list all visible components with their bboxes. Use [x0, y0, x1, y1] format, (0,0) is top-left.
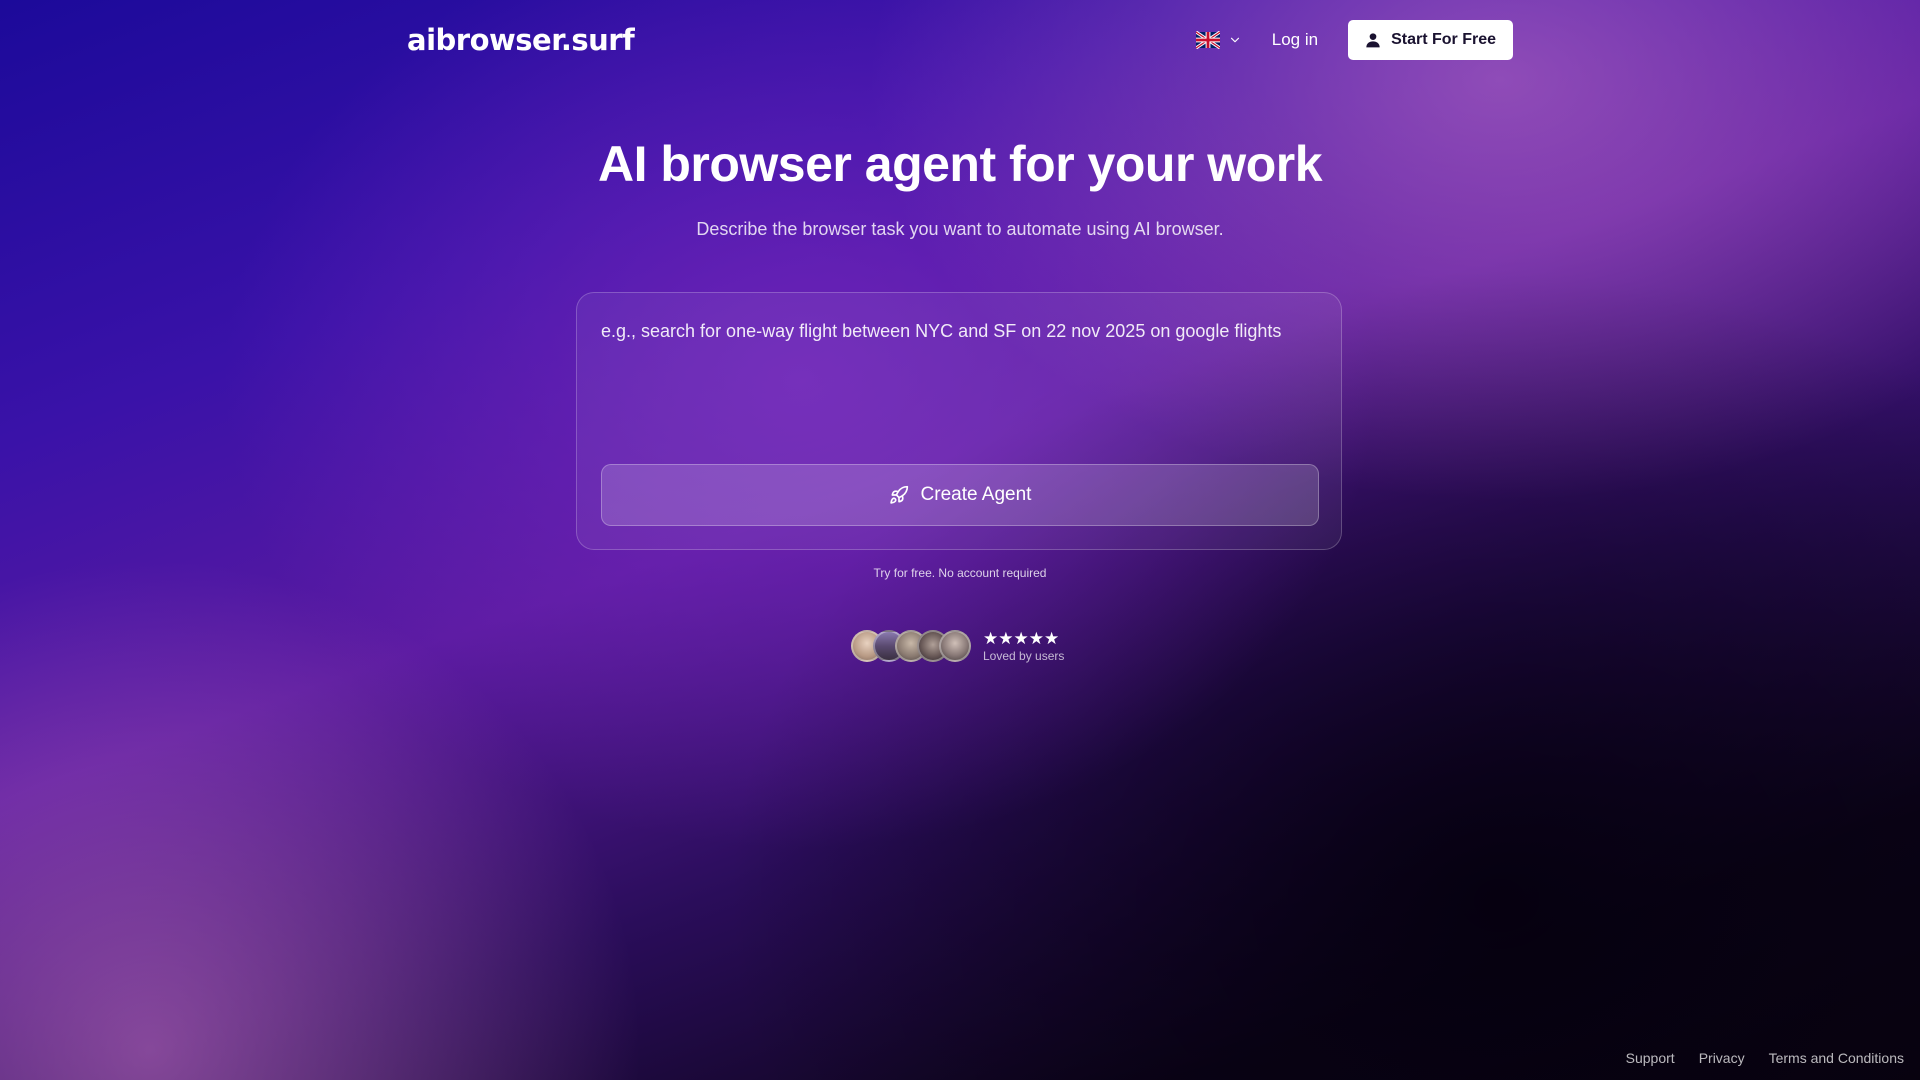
footer-link-privacy[interactable]: Privacy: [1699, 1050, 1745, 1066]
header-actions: Log in Start For Free: [1195, 20, 1513, 60]
logo[interactable]: aibrowser.surf: [407, 23, 635, 57]
avatar: [939, 630, 971, 662]
star-rating: ★★★★★: [983, 628, 1060, 649]
free-trial-note: Try for free. No account required: [873, 566, 1047, 580]
footer-link-terms[interactable]: Terms and Conditions: [1769, 1050, 1904, 1066]
user-icon: [1366, 33, 1380, 48]
user-avatars: [851, 630, 971, 662]
hero-title: AI browser agent for your work: [597, 136, 1323, 192]
start-for-free-label: Start For Free: [1391, 31, 1496, 48]
landing-page: aibrowser.surf Log in Start For Free AI …: [0, 0, 1920, 1080]
social-proof: ★★★★★ Loved by users: [851, 628, 1064, 664]
login-link[interactable]: Log in: [1264, 24, 1326, 56]
footer: Support Privacy Terms and Conditions: [1626, 1050, 1904, 1066]
loved-by-users-label: Loved by users: [983, 648, 1065, 663]
uk-flag-icon: [1195, 31, 1220, 49]
site-header: aibrowser.surf Log in Start For Free: [407, 20, 1513, 60]
language-switcher[interactable]: [1195, 27, 1242, 53]
chevron-down-icon: [1230, 37, 1239, 43]
task-prompt-input[interactable]: [601, 317, 1319, 437]
rating-block: ★★★★★ Loved by users: [983, 628, 1065, 663]
create-agent-label: Create Agent: [920, 484, 1032, 505]
create-agent-button[interactable]: Create Agent: [601, 464, 1319, 526]
prompt-card: Create Agent: [576, 292, 1342, 550]
hero-subtitle: Describe the browser task you want to au…: [696, 219, 1224, 239]
start-for-free-button[interactable]: Start For Free: [1348, 20, 1513, 60]
footer-link-support[interactable]: Support: [1626, 1050, 1675, 1066]
rocket-icon: [889, 485, 908, 504]
